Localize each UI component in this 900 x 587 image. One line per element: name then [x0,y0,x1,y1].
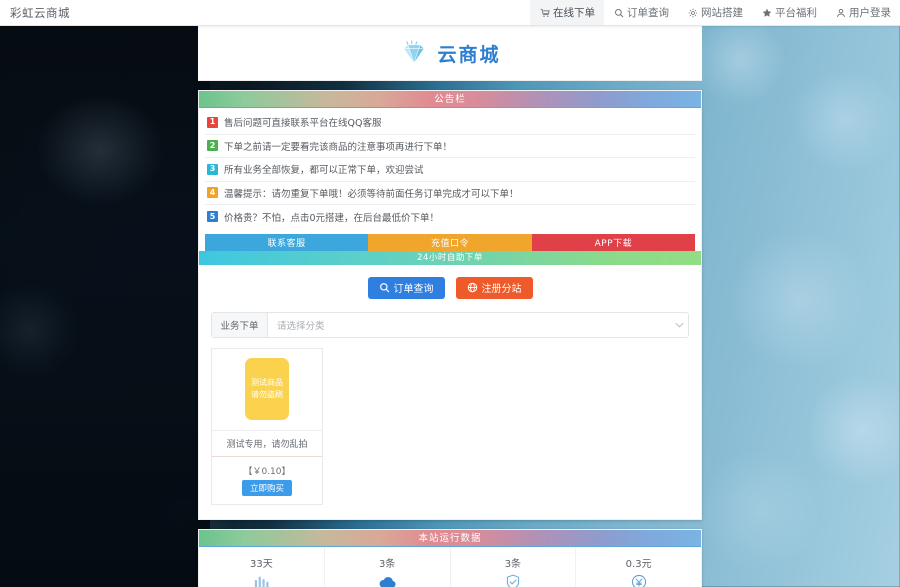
order-query-button[interactable]: 订单查询 [368,277,445,299]
buy-now-button[interactable]: 立即购买 [242,480,292,496]
chart-bars-icon [199,573,324,587]
page-background-left-vignette [0,0,210,587]
cart-icon [540,8,550,18]
announcement-index-badge: 2 [207,140,218,151]
stat-cell-order-count: 3条 本站订单数量 [325,547,451,587]
category-select-input[interactable]: 请选择分类 [268,318,670,332]
site-brand-name: 彩虹云商城 [0,5,70,21]
recharge-code-button[interactable]: 充值口令 [368,234,531,251]
announcement-text: 下单之前请一定要看完该商品的注意事项再进行下单！ [224,139,452,153]
announcement-text: 温馨提示：请勿重复下单哦！必须等待前面任务订单完成才可以下单！ [224,186,519,200]
order-query-button-label: 订单查询 [394,280,434,295]
category-select-row[interactable]: 业务下单 请选择分类 [211,312,689,338]
nav-item-order-query[interactable]: 订单查询 [604,0,678,25]
announcement-panel: 公告栏 1 售后问题可直接联系平台在线QQ客服 2 下单之前请一定要看完该商品的… [198,90,702,520]
announcement-text: 所有业务全部恢复，都可以正常下单，欢迎尝试 [224,162,424,176]
nav-item-label: 用户登录 [849,5,891,20]
nav-item-platform-benefits[interactable]: 平台福利 [752,0,826,25]
money-icon [576,573,701,587]
contact-support-button[interactable]: 联系客服 [205,234,368,251]
primary-action-row: 订单查询 注册分站 [199,265,701,312]
globe-icon [467,282,478,293]
nav-item-label: 平台福利 [775,5,817,20]
nav-item-online-order[interactable]: 在线下单 [530,0,604,25]
search-icon [614,8,624,18]
announcement-index-badge: 3 [207,164,218,175]
top-navigation-bar: 彩虹云商城 在线下单 订单查询 [0,0,900,26]
register-substation-button-label: 注册分站 [482,280,522,295]
announcement-row: 2 下单之前请一定要看完该商品的注意事项再进行下单！ [205,135,695,159]
announcement-index-badge: 1 [207,117,218,128]
announcement-panel-title: 公告栏 [199,91,701,108]
order-category-section: 业务下单 请选择分类 [199,312,701,348]
announcement-row: 5 价格贵？不怕，点击0元搭建，在后台最低价下单！ [205,205,695,229]
chevron-down-icon[interactable] [670,322,688,328]
statistics-panel-title: 本站运行数据 [199,530,701,547]
announcement-text: 价格贵？不怕，点击0元搭建，在后台最低价下单！ [224,210,439,224]
product-buy-wrapper: 立即购买 [212,480,322,504]
announcement-row: 3 所有业务全部恢复，都可以正常下单，欢迎尝试 [205,158,695,182]
top-nav-items: 在线下单 订单查询 网站搭建 [530,0,900,25]
check-shield-icon [451,573,576,587]
register-substation-button[interactable]: 注册分站 [456,277,533,299]
product-thumbnail: 测试商品 请勿盗刷 [212,349,322,430]
order-form-label: 业务下单 [212,313,268,337]
announcement-text: 售后问题可直接联系平台在线QQ客服 [224,115,381,129]
quick-action-button-group: 联系客服 充值口令 APP下载 [205,234,695,251]
stat-value: 0.3元 [576,555,701,570]
main-content-column: 云商城 公告栏 1 售后问题可直接联系平台在线QQ客服 2 下单之前请一定要看完… [198,26,702,587]
stat-cell-operating-days: 33天 本站运营天数 [199,547,325,587]
product-thumbnail-placeholder: 测试商品 请勿盗刷 [245,358,289,420]
announcement-index-badge: 5 [207,211,218,222]
user-icon [836,8,846,18]
site-statistics-panel: 本站运行数据 33天 本站运营天数 3条 [198,529,702,587]
gear-icon [688,8,698,18]
search-icon [379,282,390,293]
star-icon [762,8,772,18]
announcement-row: 1 售后问题可直接联系平台在线QQ客服 [205,111,695,135]
stat-value: 3条 [451,555,576,570]
product-title: 测试专用，请勿乱拍 [212,430,322,457]
nav-item-label: 在线下单 [553,5,595,20]
product-card[interactable]: 测试商品 请勿盗刷 测试专用，请勿乱拍 【￥0.10】 立即购买 [211,348,323,505]
app-download-button[interactable]: APP下载 [532,234,695,251]
product-price: 【￥0.10】 [212,457,322,480]
statistics-row: 33天 本站运营天数 3条 本站 [199,547,701,587]
nav-item-user-login[interactable]: 用户登录 [826,0,900,25]
product-grid: 测试商品 请勿盗刷 测试专用，请勿乱拍 【￥0.10】 立即购买 [199,348,701,519]
stat-value: 3条 [325,555,450,570]
thumbnail-line-1: 测试商品 [251,379,283,388]
announcement-index-badge: 4 [207,187,218,198]
nav-item-label: 订单查询 [627,5,669,20]
site-logo-header: 云商城 [198,26,702,81]
announcement-list: 1 售后问题可直接联系平台在线QQ客服 2 下单之前请一定要看完该商品的注意事项… [199,108,701,231]
cloud-icon [325,573,450,587]
stat-cell-total-amount: 0.3元 累计交易金额 [576,547,701,587]
site-logo-text: 云商城 [437,40,500,67]
service-hours-ribbon: 24小时自助下单 [199,251,701,265]
stat-cell-processed-orders: 3条 已处理订单数 [451,547,577,587]
announcement-row: 4 温馨提示：请勿重复下单哦！必须等待前面任务订单完成才可以下单！ [205,182,695,206]
thumbnail-line-2: 请勿盗刷 [251,391,283,400]
nav-item-label: 网站搭建 [701,5,743,20]
stat-value: 33天 [199,555,324,570]
nav-item-site-build[interactable]: 网站搭建 [678,0,752,25]
diamond-icon [399,40,429,66]
